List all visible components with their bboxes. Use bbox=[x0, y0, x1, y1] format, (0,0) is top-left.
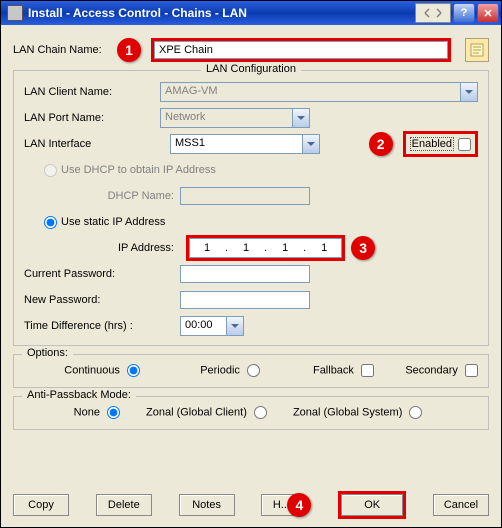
static-ip-radio[interactable] bbox=[44, 216, 57, 229]
chevron-down-icon bbox=[292, 109, 309, 127]
button-row: Copy Delete Notes HelpH... 4 OK Cancel bbox=[13, 491, 489, 519]
continuous-radio[interactable] bbox=[127, 364, 140, 377]
ip-seg-1[interactable] bbox=[190, 239, 224, 257]
anti-passback-title: Anti-Passback Mode: bbox=[22, 389, 136, 401]
options-group: Options: Continuous Periodic Fallback Se… bbox=[13, 354, 489, 388]
lan-configuration-group: LAN Configuration LAN Client Name: AMAG-… bbox=[13, 70, 489, 346]
client-name-label: LAN Client Name: bbox=[24, 86, 160, 98]
dhcp-name-label: DHCP Name: bbox=[24, 190, 180, 202]
new-password-label: New Password: bbox=[24, 294, 180, 306]
anti-passback-group: Anti-Passback Mode: None Zonal (Global C… bbox=[13, 396, 489, 430]
title-icon bbox=[7, 5, 23, 21]
current-password-label: Current Password: bbox=[24, 268, 180, 280]
secondary-label: Secondary bbox=[405, 364, 458, 376]
none-label: None bbox=[74, 406, 100, 418]
notes-icon[interactable] bbox=[465, 38, 489, 62]
ip-address-input[interactable]: . . . bbox=[189, 238, 342, 258]
secondary-checkbox[interactable] bbox=[465, 364, 478, 377]
port-name-select: Network bbox=[160, 108, 310, 128]
chevron-down-icon[interactable] bbox=[302, 135, 319, 153]
ip-seg-4[interactable] bbox=[307, 239, 341, 257]
chevron-down-icon bbox=[460, 83, 477, 101]
options-title: Options: bbox=[22, 347, 73, 359]
delete-button[interactable]: Delete bbox=[96, 494, 152, 516]
install-lan-chains-window: Install - Access Control - Chains - LAN … bbox=[0, 0, 502, 528]
lan-chain-name-label: LAN Chain Name: bbox=[13, 44, 109, 56]
client-name-select: AMAG-VM bbox=[160, 82, 478, 102]
interface-select[interactable]: MSS1 bbox=[170, 134, 320, 154]
window-title: Install - Access Control - Chains - LAN bbox=[28, 6, 247, 20]
time-diff-label: Time Difference (hrs) : bbox=[24, 320, 180, 332]
dhcp-radio-label: Use DHCP to obtain IP Address bbox=[61, 164, 216, 176]
help-button[interactable]: ? bbox=[453, 3, 475, 23]
highlight-enabled: Enabled bbox=[403, 131, 478, 157]
port-name-label: LAN Port Name: bbox=[24, 112, 160, 124]
close-button[interactable]: ✕ bbox=[477, 3, 499, 23]
ok-button[interactable]: OK bbox=[341, 494, 403, 516]
zonal-client-radio[interactable] bbox=[254, 406, 267, 419]
highlight-chain-name bbox=[151, 38, 451, 62]
periodic-radio[interactable] bbox=[247, 364, 260, 377]
callout-3: 3 bbox=[351, 236, 375, 260]
dhcp-name-input bbox=[180, 187, 310, 205]
callout-2: 2 bbox=[369, 132, 393, 156]
dhcp-radio bbox=[44, 164, 57, 177]
cancel-button[interactable]: Cancel bbox=[433, 494, 489, 516]
callout-1: 1 bbox=[117, 38, 141, 62]
copy-button[interactable]: Copy bbox=[13, 494, 69, 516]
lan-chain-name-input[interactable] bbox=[154, 41, 448, 59]
interface-label: LAN Interface bbox=[24, 138, 160, 150]
fallback-label: Fallback bbox=[313, 364, 354, 376]
time-diff-select[interactable]: 00:00 bbox=[180, 316, 244, 336]
none-radio[interactable] bbox=[107, 406, 120, 419]
ip-seg-2[interactable] bbox=[229, 239, 263, 257]
new-password-input[interactable] bbox=[180, 291, 310, 309]
zonal-client-label: Zonal (Global Client) bbox=[146, 406, 247, 418]
enabled-checkbox[interactable] bbox=[458, 138, 471, 151]
fallback-checkbox[interactable] bbox=[361, 364, 374, 377]
notes-button[interactable]: Notes bbox=[179, 494, 235, 516]
callout-4: 4 bbox=[287, 493, 311, 517]
static-ip-radio-label: Use static IP Address bbox=[61, 216, 165, 228]
zonal-system-radio[interactable] bbox=[409, 406, 422, 419]
titlebar: Install - Access Control - Chains - LAN … bbox=[1, 1, 501, 25]
highlight-ok: OK bbox=[338, 491, 406, 519]
current-password-input[interactable] bbox=[180, 265, 310, 283]
highlight-ip: . . . bbox=[186, 235, 345, 261]
chevron-down-icon[interactable] bbox=[226, 317, 243, 335]
continuous-label: Continuous bbox=[64, 364, 120, 376]
titlebar-prev-next[interactable] bbox=[415, 3, 451, 23]
lan-configuration-title: LAN Configuration bbox=[201, 63, 301, 75]
ip-seg-3[interactable] bbox=[268, 239, 302, 257]
zonal-system-label: Zonal (Global System) bbox=[293, 406, 402, 418]
ip-address-label: IP Address: bbox=[24, 242, 180, 254]
periodic-label: Periodic bbox=[200, 364, 240, 376]
enabled-label: Enabled bbox=[410, 137, 454, 151]
